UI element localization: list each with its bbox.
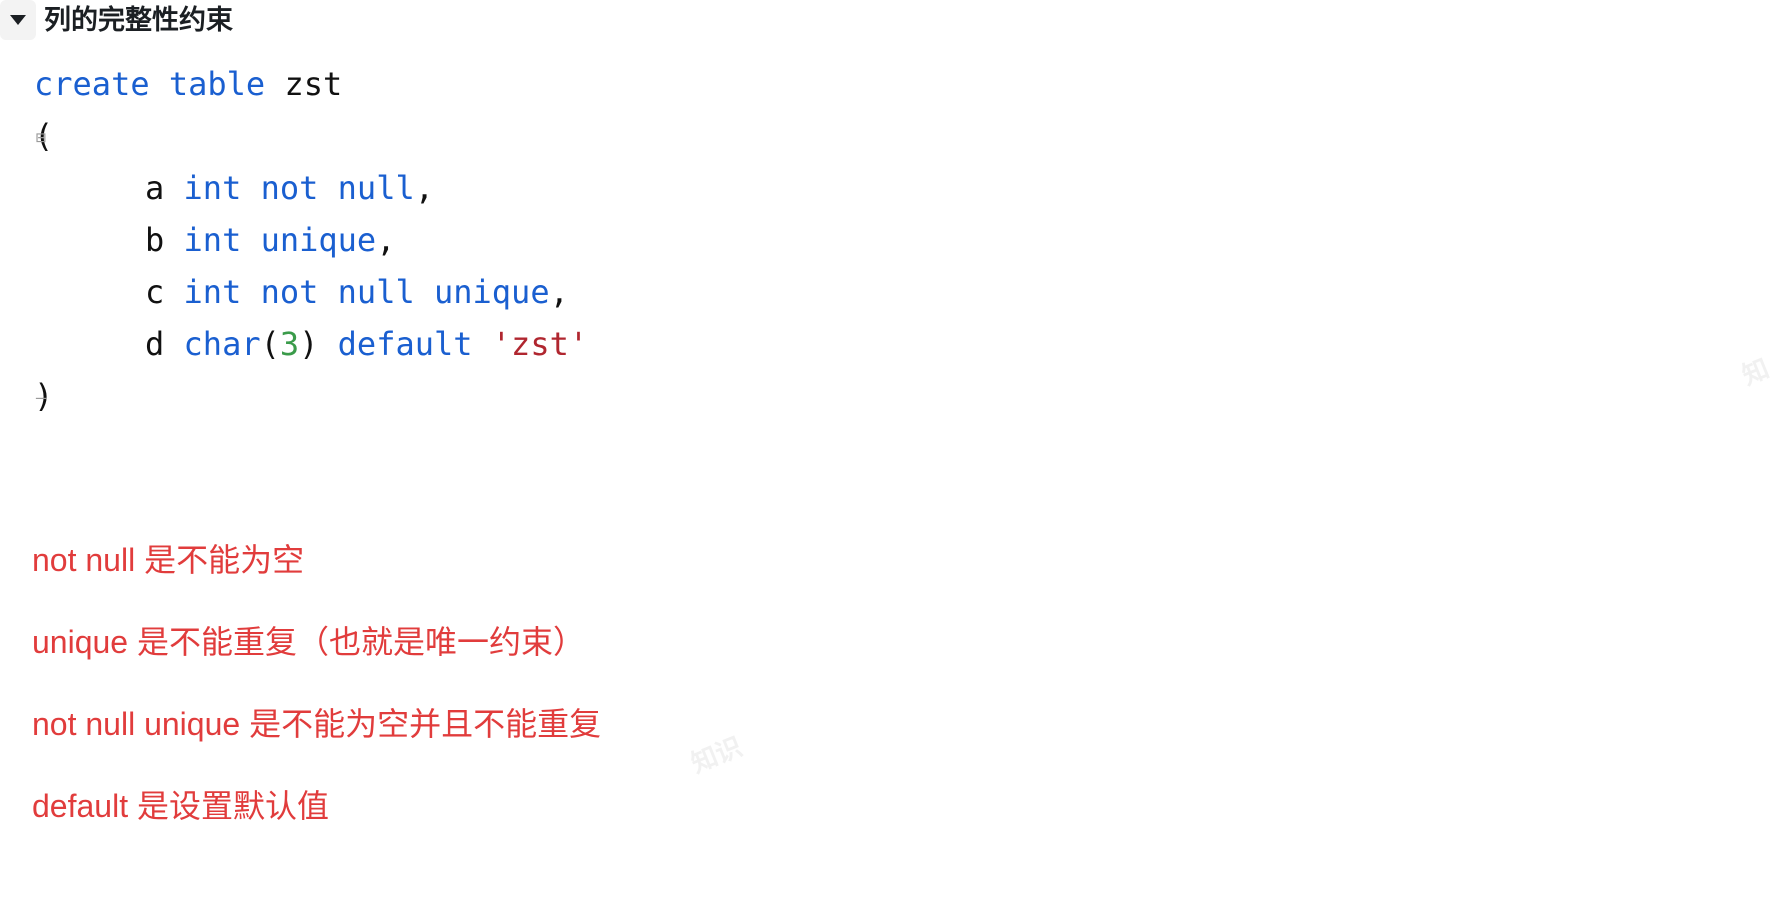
code-token: default	[337, 325, 473, 363]
code-token: b	[145, 221, 165, 259]
caret-down-icon	[10, 15, 26, 25]
code-token: not	[260, 273, 319, 311]
code-token: int	[183, 221, 242, 259]
sql-code-block[interactable]: create table zst ⊟(a int not null, b int u…	[0, 58, 1785, 422]
code-line: b int unique,	[0, 214, 1785, 266]
code-token: )	[299, 325, 319, 363]
annotation-line: unique 是不能重复（也就是唯一约束）	[32, 624, 585, 660]
code-token: unique	[433, 273, 550, 311]
code-token: (	[260, 325, 280, 363]
code-token: ,	[549, 273, 569, 311]
code-line: c int not null unique,	[0, 266, 1785, 318]
code-token: create	[34, 65, 150, 103]
annotation-line: default 是设置默认值	[32, 788, 329, 824]
code-token: int	[183, 169, 242, 207]
code-line: –)	[0, 370, 1785, 422]
code-token: int	[183, 273, 242, 311]
code-fold-marker-icon[interactable]: ⊟	[30, 110, 52, 166]
code-token: ,	[414, 169, 434, 207]
section-header[interactable]: 列的完整性约束	[0, 0, 233, 40]
code-token: null	[337, 169, 415, 207]
code-line: create table zst	[0, 58, 1785, 110]
annotation-line: not null 是不能为空	[32, 542, 305, 578]
code-token: 'zst'	[491, 325, 589, 363]
code-token: zst	[284, 65, 343, 103]
code-token: ,	[376, 221, 396, 259]
code-token: a	[145, 169, 165, 207]
code-token: null	[337, 273, 415, 311]
code-line: ⊟(	[0, 110, 1785, 162]
annotation-notes: not null 是不能为空 unique 是不能重复（也就是唯一约束） not n…	[32, 540, 1632, 868]
code-line: d char(3) default 'zst'	[0, 318, 1785, 370]
annotation-line: not null unique 是不能为空并且不能重复	[32, 706, 602, 742]
code-token: not	[260, 169, 319, 207]
code-token: c	[145, 273, 165, 311]
code-token: d	[145, 325, 165, 363]
code-token: 3	[279, 325, 300, 363]
code-line: a int not null,	[0, 162, 1785, 214]
code-token: table	[168, 65, 266, 103]
code-fold-marker-icon[interactable]: –	[30, 370, 52, 426]
code-token: char	[183, 325, 261, 363]
code-token: unique	[260, 221, 377, 259]
section-collapse-toggle[interactable]	[0, 0, 36, 40]
page-title: 列的完整性约束	[44, 5, 233, 35]
